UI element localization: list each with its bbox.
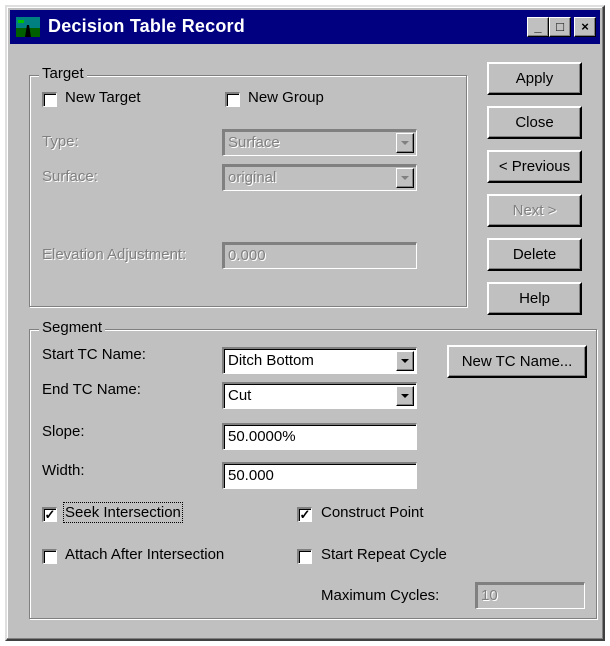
new-target-checkbox[interactable] (42, 92, 57, 107)
end-tc-name-label: End TC Name: (42, 381, 141, 398)
delete-label: Delete (512, 246, 557, 263)
surface-label: Surface: (42, 168, 98, 185)
construct-point-checkbox[interactable]: ✓ (297, 507, 312, 522)
start-tc-name-label: Start TC Name: (42, 346, 146, 363)
start-tc-name-dropdown[interactable]: Ditch Bottom (222, 347, 417, 374)
title-bar[interactable]: Decision Table Record _ □ × (10, 10, 600, 44)
slope-value: 50.0000% (228, 428, 296, 445)
chevron-down-icon[interactable] (396, 168, 414, 188)
maximize-icon: □ (556, 19, 564, 34)
apply-label: Apply (515, 70, 554, 87)
new-group-checkbox[interactable] (225, 92, 240, 107)
chevron-down-icon[interactable] (396, 351, 414, 371)
chevron-down-icon[interactable] (396, 133, 414, 153)
surface-value: original (228, 169, 277, 186)
decision-table-record-dialog: Decision Table Record _ □ × Target New T… (5, 5, 605, 641)
segment-group-label: Segment (39, 319, 106, 336)
type-dropdown[interactable]: Surface (222, 129, 417, 156)
checkmark-icon: ✓ (299, 507, 311, 522)
width-label: Width: (42, 462, 85, 479)
end-tc-name-value: Cut (228, 387, 252, 404)
elevation-adjustment-value: 0.000 (228, 247, 266, 264)
new-tc-name-label: New TC Name... (461, 353, 573, 370)
previous-button[interactable]: < Previous (487, 150, 582, 183)
new-group-label[interactable]: New Group (248, 89, 324, 106)
maximum-cycles-input[interactable]: 10 (475, 582, 585, 609)
help-button[interactable]: Help (487, 282, 582, 315)
construct-point-label[interactable]: Construct Point (321, 504, 424, 521)
app-road-icon (16, 17, 40, 37)
delete-button[interactable]: Delete (487, 238, 582, 271)
seek-intersection-label[interactable]: Seek Intersection (63, 502, 183, 523)
close-label: Close (515, 114, 554, 131)
new-target-label[interactable]: New Target (65, 89, 141, 106)
attach-after-intersection-label[interactable]: Attach After Intersection (65, 546, 224, 563)
next-label: Next > (512, 202, 557, 219)
next-button[interactable]: Next > (487, 194, 582, 227)
maximize-button[interactable]: □ (549, 17, 571, 37)
close-button[interactable]: Close (487, 106, 582, 139)
start-repeat-cycle-checkbox[interactable] (297, 549, 312, 564)
start-repeat-cycle-label[interactable]: Start Repeat Cycle (321, 546, 447, 563)
seek-intersection-checkbox[interactable]: ✓ (42, 507, 57, 522)
previous-label: < Previous (498, 158, 571, 175)
type-value: Surface (228, 134, 280, 151)
close-icon: × (581, 19, 589, 34)
elevation-adjustment-label: Elevation Adjustment: (42, 246, 187, 263)
minimize-icon: _ (534, 19, 542, 34)
help-label: Help (519, 290, 550, 307)
chevron-down-icon[interactable] (396, 386, 414, 406)
start-tc-name-value: Ditch Bottom (228, 352, 314, 369)
checkmark-icon: ✓ (44, 507, 56, 522)
attach-after-intersection-checkbox[interactable] (42, 549, 57, 564)
end-tc-name-dropdown[interactable]: Cut (222, 382, 417, 409)
apply-button[interactable]: Apply (487, 62, 582, 95)
minimize-button[interactable]: _ (527, 17, 549, 37)
maximum-cycles-value: 10 (481, 587, 498, 604)
width-value: 50.000 (228, 467, 274, 484)
target-group-label: Target (39, 65, 87, 82)
close-window-button[interactable]: × (574, 17, 596, 37)
target-groupbox (29, 75, 467, 307)
type-label: Type: (42, 133, 79, 150)
new-tc-name-button[interactable]: New TC Name... (447, 345, 587, 378)
slope-label: Slope: (42, 423, 85, 440)
surface-dropdown[interactable]: original (222, 164, 417, 191)
window-title: Decision Table Record (48, 16, 245, 36)
slope-input[interactable]: 50.0000% (222, 423, 417, 450)
elevation-adjustment-input[interactable]: 0.000 (222, 242, 417, 269)
width-input[interactable]: 50.000 (222, 462, 417, 489)
maximum-cycles-label: Maximum Cycles: (321, 587, 440, 604)
